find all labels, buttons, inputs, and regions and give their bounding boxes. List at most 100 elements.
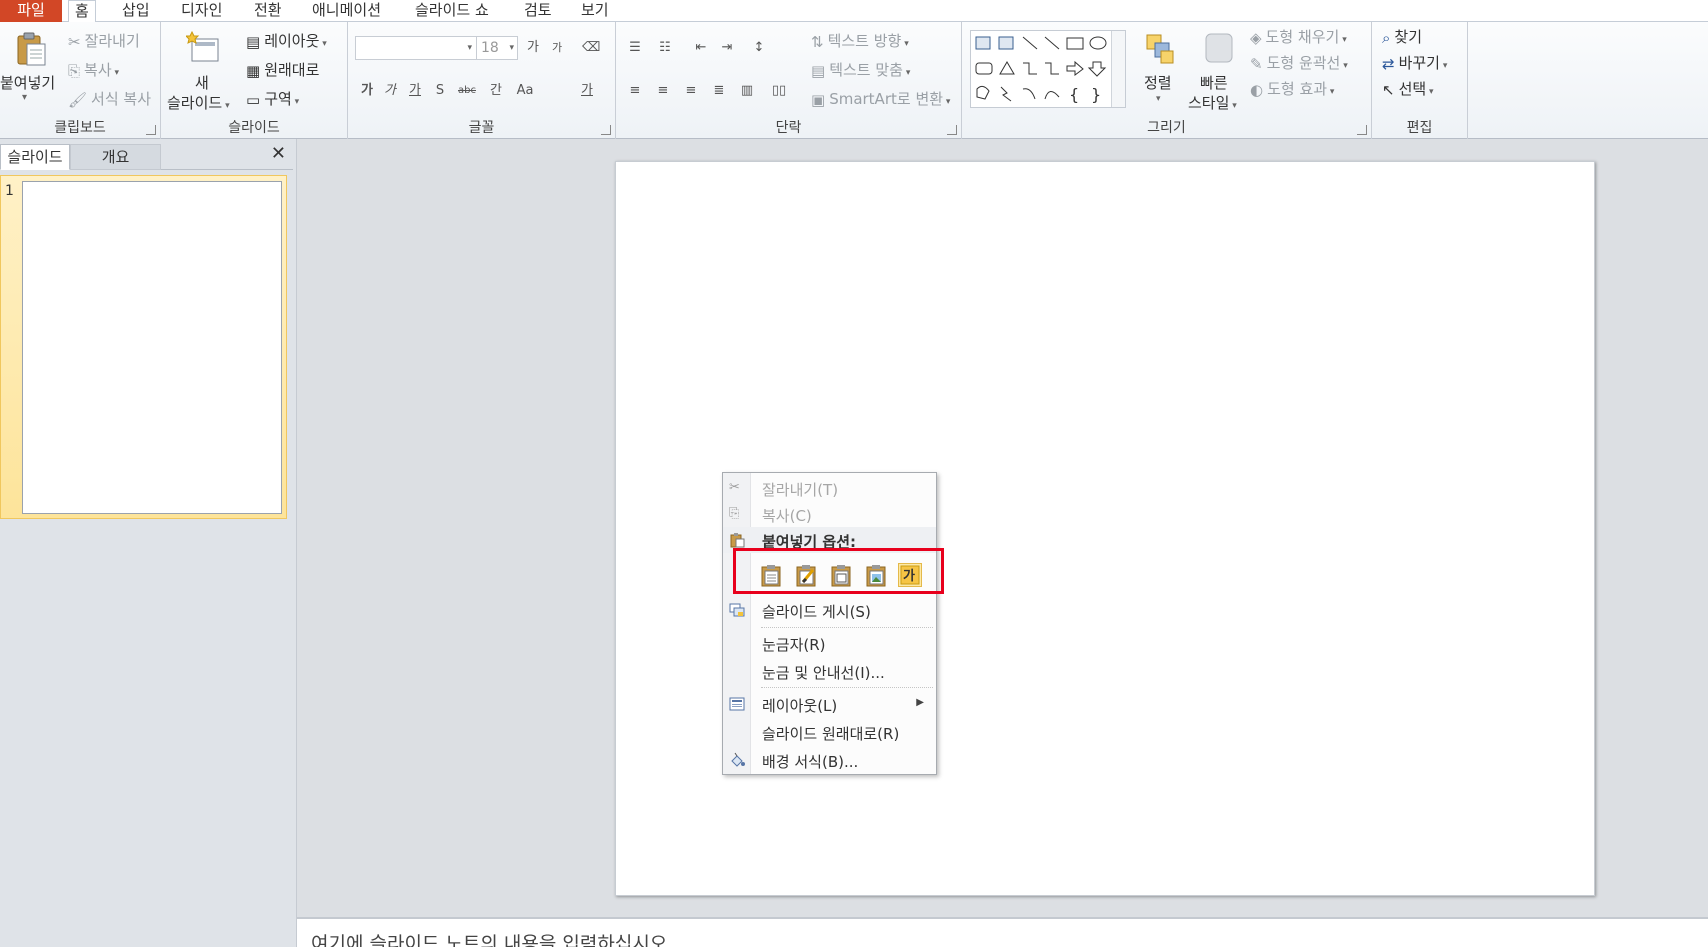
close-icon[interactable]: ✕ bbox=[271, 143, 286, 164]
menu-item-ruler[interactable]: 눈금자(R) bbox=[723, 630, 936, 656]
paste-dropdown-icon[interactable]: ▾ bbox=[22, 92, 27, 103]
text-direction-button[interactable]: ⇅ 텍스트 방향 bbox=[811, 30, 909, 51]
char-spacing-icon[interactable]: 간 bbox=[487, 82, 505, 100]
font-size-combo[interactable]: 18 ▾ bbox=[476, 36, 518, 60]
new-slide-label-1[interactable]: 새 bbox=[195, 72, 209, 93]
layout-label: 레이아웃 bbox=[264, 32, 320, 50]
ribbon: 붙여넣기 ▾ ✂잘라내기 ⎘복사 🖌서식 복사 클립보드 새 슬라이드 ▤레이아… bbox=[0, 22, 1708, 139]
slide-number: 1 bbox=[5, 183, 14, 199]
font-size-dropdown-icon[interactable]: ▾ bbox=[509, 37, 514, 59]
slides-group-label: 슬라이드 bbox=[228, 120, 280, 136]
drawing-group-label: 그리기 bbox=[1147, 120, 1186, 136]
font-color-icon[interactable]: 가 bbox=[578, 82, 596, 100]
tab-outline[interactable]: 개요 bbox=[70, 144, 161, 170]
quick-styles-button[interactable]: 스타일 bbox=[1188, 92, 1237, 113]
align-right-icon[interactable]: ≡ bbox=[682, 82, 700, 100]
menu-item-background-label: 배경 서식(B)... bbox=[762, 753, 859, 771]
tab-insert[interactable]: 삽입 bbox=[116, 0, 156, 22]
layout-button[interactable]: ▤ 레이아웃 bbox=[246, 30, 327, 51]
columns-icon[interactable]: ▯▯ bbox=[770, 82, 788, 100]
change-case-icon[interactable]: Aa bbox=[516, 82, 534, 100]
bold-icon[interactable]: 가 bbox=[358, 82, 376, 100]
line-spacing-icon[interactable]: ↕ bbox=[750, 39, 768, 57]
shape-outline-button[interactable]: ✎ 도형 윤곽선 bbox=[1250, 52, 1348, 73]
smartart-label: SmartArt로 변환 bbox=[829, 90, 944, 108]
shape-effects-button[interactable]: ◐ 도형 효과 bbox=[1250, 78, 1334, 99]
menu-item-cut[interactable]: ✂ 잘라내기(T) bbox=[723, 475, 936, 501]
slide-thumbnail[interactable] bbox=[22, 181, 282, 514]
select-label: 선택 bbox=[1398, 80, 1427, 98]
arrange-button[interactable]: 정렬 bbox=[1144, 72, 1172, 93]
font-group: ▾ 18 ▾ 가 가 ⌫ 가 가 가 S abc 간 Aa 가 글꼴 bbox=[348, 22, 616, 139]
menu-item-cut-label: 잘라내기(T) bbox=[762, 481, 839, 499]
align-center-icon[interactable]: ≡ bbox=[654, 82, 672, 100]
quick-styles-icon[interactable] bbox=[1202, 30, 1234, 64]
replace-button[interactable]: ⇄ 바꾸기 bbox=[1382, 52, 1447, 73]
paste-button[interactable]: 붙여넣기 bbox=[0, 72, 55, 93]
tab-view[interactable]: 보기 bbox=[575, 0, 615, 22]
copy-icon: ⎘ bbox=[729, 506, 740, 521]
tab-review[interactable]: 검토 bbox=[518, 0, 558, 22]
menu-item-copy[interactable]: ⎘ 복사(C) bbox=[723, 501, 936, 527]
new-slide-icon[interactable] bbox=[184, 30, 221, 64]
tab-transitions[interactable]: 전환 bbox=[248, 0, 288, 22]
clipboard-icon bbox=[729, 532, 745, 548]
shadow-icon[interactable]: S bbox=[431, 82, 449, 100]
clear-format-icon[interactable]: ⌫ bbox=[582, 39, 600, 57]
grow-font-icon[interactable]: 가 bbox=[524, 39, 542, 57]
justify-icon[interactable]: ≣ bbox=[710, 82, 728, 100]
tab-file[interactable]: 파일 bbox=[0, 0, 62, 22]
menu-item-grid-guides[interactable]: 눈금 및 안내선(I)... bbox=[723, 658, 936, 684]
layout-icon: ▤ bbox=[246, 32, 261, 51]
notes-pane[interactable]: 여기에 슬라이드 노트의 내용을 입력하십시오 bbox=[297, 917, 1708, 947]
bullets-icon[interactable]: ☰ bbox=[626, 39, 644, 57]
arrange-icon[interactable] bbox=[1144, 30, 1176, 64]
shape-fill-button[interactable]: ◈ 도형 채우기 bbox=[1250, 26, 1347, 47]
cut-button[interactable]: ✂ 잘라내기 bbox=[68, 30, 140, 51]
paste-icon[interactable] bbox=[12, 30, 48, 66]
italic-icon[interactable]: 가 bbox=[381, 82, 399, 100]
align-left-icon[interactable]: ≡ bbox=[626, 82, 644, 100]
tab-design[interactable]: 디자인 bbox=[175, 0, 228, 22]
font-name-dropdown-icon[interactable]: ▾ bbox=[467, 37, 472, 59]
menu-item-publish-slides[interactable]: 슬라이드 게시(S) bbox=[723, 597, 936, 623]
find-button[interactable]: ⌕ 찾기 bbox=[1382, 26, 1422, 47]
drawing-launcher-icon[interactable] bbox=[1357, 125, 1367, 135]
new-slide-button[interactable]: 슬라이드 bbox=[167, 92, 230, 113]
tab-animations[interactable]: 애니메이션 bbox=[306, 0, 387, 22]
paragraph-launcher-icon[interactable] bbox=[947, 125, 957, 135]
menu-item-layout[interactable]: 레이아웃(L) ▶ bbox=[723, 691, 936, 717]
numbering-icon[interactable]: ☷ bbox=[656, 39, 674, 57]
format-painter-button[interactable]: 🖌 서식 복사 bbox=[68, 88, 151, 109]
tab-home[interactable]: 홈 bbox=[68, 0, 96, 23]
align-text-button[interactable]: ▤ 텍스트 맞춤 bbox=[811, 59, 910, 80]
scissors-icon: ✂ bbox=[68, 32, 81, 51]
shapes-gallery[interactable]: { } bbox=[970, 30, 1126, 108]
font-launcher-icon[interactable] bbox=[601, 125, 611, 135]
clipboard-launcher-icon[interactable] bbox=[146, 125, 156, 135]
arrange-dropdown-icon[interactable]: ▾ bbox=[1156, 94, 1161, 104]
shape-outline-label: 도형 윤곽선 bbox=[1266, 54, 1341, 72]
smartart-button[interactable]: ▣ SmartArt로 변환 bbox=[811, 88, 950, 109]
menu-item-publish-label: 슬라이드 게시(S) bbox=[762, 603, 871, 621]
menu-item-format-background[interactable]: 배경 서식(B)... bbox=[723, 747, 936, 773]
font-name-combo[interactable]: ▾ bbox=[355, 36, 477, 60]
section-button[interactable]: ▭ 구역 bbox=[246, 88, 299, 109]
tab-slideshow[interactable]: 슬라이드 쇼 bbox=[409, 0, 495, 22]
decrease-indent-icon[interactable]: ⇤ bbox=[692, 39, 710, 57]
copy-button[interactable]: ⎘ 복사 bbox=[68, 59, 119, 80]
increase-indent-icon[interactable]: ⇥ bbox=[718, 39, 736, 57]
shrink-font-icon[interactable]: 가 bbox=[548, 39, 566, 57]
menu-tab-bar: 파일 홈 삽입 디자인 전환 애니메이션 슬라이드 쇼 검토 보기 bbox=[0, 0, 1708, 23]
reset-button[interactable]: ▦ 원래대로 bbox=[246, 59, 319, 80]
quick-styles-label-1[interactable]: 빠른 bbox=[1200, 72, 1228, 93]
distribute-icon[interactable]: ▥ bbox=[738, 82, 756, 100]
shapes-gallery-scrollbar[interactable] bbox=[1111, 31, 1125, 107]
select-button[interactable]: ↖ 선택 bbox=[1382, 78, 1434, 99]
strikethrough-icon[interactable]: abc bbox=[458, 82, 476, 100]
underline-icon[interactable]: 가 bbox=[406, 82, 424, 100]
slides-panel: 슬라이드 개요 ✕ 1 bbox=[0, 139, 297, 947]
menu-item-reset-slide[interactable]: 슬라이드 원래대로(R) bbox=[723, 719, 936, 745]
slides-panel-tabs: 슬라이드 개요 bbox=[0, 144, 293, 170]
tab-slides[interactable]: 슬라이드 bbox=[0, 144, 70, 170]
